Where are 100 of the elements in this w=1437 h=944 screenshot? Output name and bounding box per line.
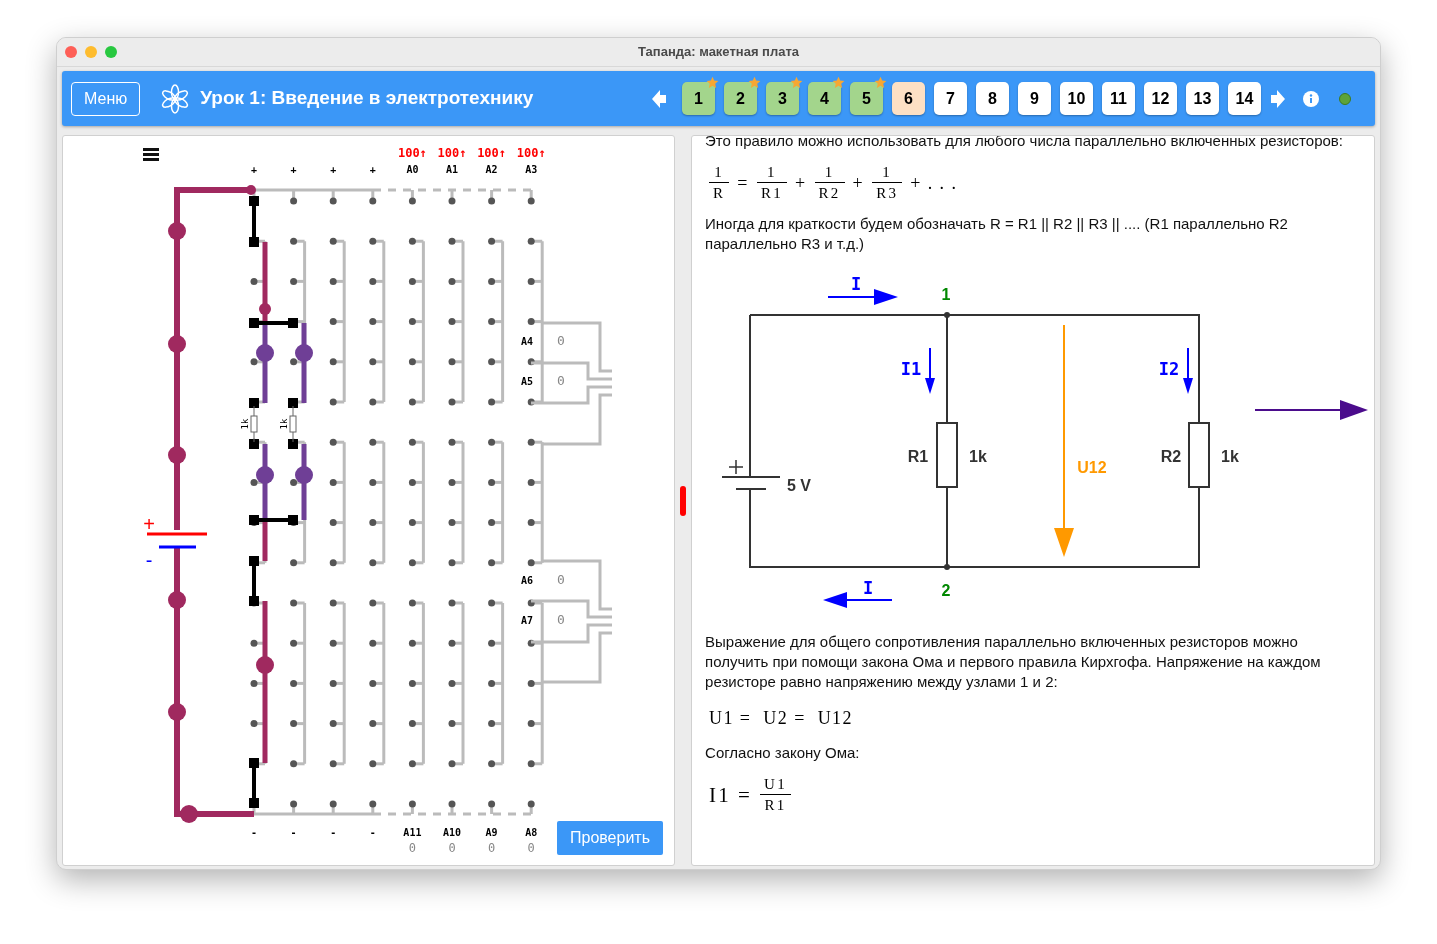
column-label: + [290, 164, 297, 175]
denominator: R1 [759, 184, 784, 201]
column-label: - [290, 827, 297, 838]
sensor-reading: 0 [408, 841, 416, 855]
resistor-name: R1 [907, 448, 929, 465]
pin-value: 0 [557, 612, 565, 627]
numerator: 1 [823, 165, 836, 182]
pin-value: 0 [557, 373, 565, 388]
next-arrow-icon[interactable] [1270, 88, 1286, 109]
sensor-reading: 0 [488, 841, 496, 855]
pin-label: A4 [521, 336, 533, 347]
column-label: + [369, 164, 376, 175]
close-window-icon[interactable] [65, 46, 77, 58]
numerator: U1 [763, 777, 788, 794]
lesson-button[interactable]: 9 [1018, 82, 1051, 115]
resistor-name: R2 [1160, 448, 1182, 465]
sensor-reading: 0 [448, 841, 456, 855]
battery-plus-sign: + [143, 513, 155, 535]
current-label: I2 [1158, 359, 1180, 379]
lesson-button[interactable]: 3 [766, 82, 799, 115]
window-title: Тапанда: макетная плата [638, 43, 799, 62]
sensor-reading: 100↑ [397, 146, 427, 160]
current-arrow [925, 347, 936, 394]
column-label: - [251, 827, 257, 838]
star-icon [874, 76, 887, 89]
voltage-label: U12 [1077, 459, 1107, 476]
current-arrow [823, 592, 894, 608]
denominator: R [712, 184, 727, 201]
current-label: I [850, 274, 862, 294]
lesson-button[interactable]: 5 [850, 82, 883, 115]
column-label: A10 [442, 827, 462, 838]
current-arrow [827, 289, 899, 305]
formula-text: + [852, 173, 865, 193]
denominator: R2 [817, 184, 842, 201]
resize-handle[interactable] [680, 485, 687, 516]
resistor-value: 1k [969, 448, 987, 465]
node-label: 1 [941, 286, 951, 303]
lesson-button[interactable]: 10 [1060, 82, 1093, 115]
lesson-button[interactable]: 6 [892, 82, 925, 115]
star-icon [832, 76, 845, 89]
numerator: 1 [881, 165, 893, 182]
pin-label: A6 [521, 575, 533, 586]
menu-icon[interactable] [143, 148, 159, 161]
column-label: A1 [446, 164, 458, 175]
column-label: A3 [525, 164, 538, 175]
star-icon [790, 76, 803, 89]
lesson-title: Урок 1: Введение в электротехнику [200, 86, 534, 111]
lesson-button[interactable]: 4 [808, 82, 841, 115]
star-icon [706, 76, 719, 89]
sensor-reading: 100↑ [477, 146, 507, 160]
pin-label: A7 [521, 615, 533, 626]
lesson-paragraph: Согласно закону Ома: [705, 743, 861, 763]
pin-value: 0 [557, 572, 565, 587]
formula-text: U1 = U2 = U12 [709, 708, 853, 728]
lesson-button[interactable]: 11 [1102, 82, 1135, 115]
source-voltage-label: 5 V [787, 477, 812, 494]
node-label: 2 [941, 582, 951, 599]
lesson-button[interactable]: 14 [1228, 82, 1261, 115]
pin-label: A5 [521, 376, 533, 387]
info-icon[interactable] [1303, 90, 1319, 107]
pin-value: 0 [557, 333, 565, 348]
lesson-button[interactable]: 13 [1186, 82, 1219, 115]
numerator: 1 [766, 165, 778, 182]
formula-text: I1 = [709, 785, 753, 805]
numerator: 1 [713, 165, 726, 182]
arrow-icon [1254, 400, 1369, 420]
lesson-button[interactable]: 2 [724, 82, 757, 115]
lesson-paragraph: Иногда для краткости будем обозначать R = R1 || R2 || R3 || .... (R1 параллельно R2 параллельно R3 и т.д.) [705, 214, 1289, 254]
column-label: A8 [525, 827, 538, 838]
sensor-reading: 100↑ [516, 146, 546, 160]
current-label: I1 [900, 359, 922, 379]
zoom-window-icon[interactable] [105, 46, 117, 58]
lesson-button[interactable]: 1 [682, 82, 715, 115]
current-arrow [1183, 347, 1194, 394]
previous-arrow-icon[interactable] [651, 88, 667, 109]
plus-sign-icon [728, 459, 744, 475]
column-label: A2 [485, 164, 498, 175]
lesson-button[interactable]: 7 [934, 82, 967, 115]
lesson-button[interactable]: 8 [976, 82, 1009, 115]
lesson-paragraph: Выражение для общего сопротивления параллельно включенных резисторов можно получить при помощи закона Ома и первого правила Кирхгофа. Напряжение на каждом резисторе равно напряжению между узлами 1 и 2: [705, 632, 1322, 692]
current-label: I [862, 578, 874, 598]
column-label: A11 [403, 827, 422, 838]
formula-text: + [794, 173, 807, 193]
column-label: + [251, 164, 257, 175]
formula-text: + . . . [910, 173, 958, 193]
formula-text: = [737, 173, 749, 193]
column-label: - [330, 827, 337, 838]
sensor-reading: 0 [527, 841, 535, 855]
denominator: R1 [763, 796, 788, 813]
flower-logo-icon [160, 83, 191, 114]
column-label: A9 [485, 827, 498, 838]
battery-minus-sign: - [145, 549, 153, 571]
column-label: + [330, 164, 337, 175]
sensor-reading: 100↑ [437, 146, 467, 160]
denominator: R3 [875, 184, 900, 201]
resistor-value: 1k [1221, 448, 1239, 465]
star-icon [748, 76, 761, 89]
lesson-button[interactable]: 12 [1144, 82, 1177, 115]
resistor-label: 1k [279, 418, 289, 430]
column-label: - [369, 827, 376, 838]
